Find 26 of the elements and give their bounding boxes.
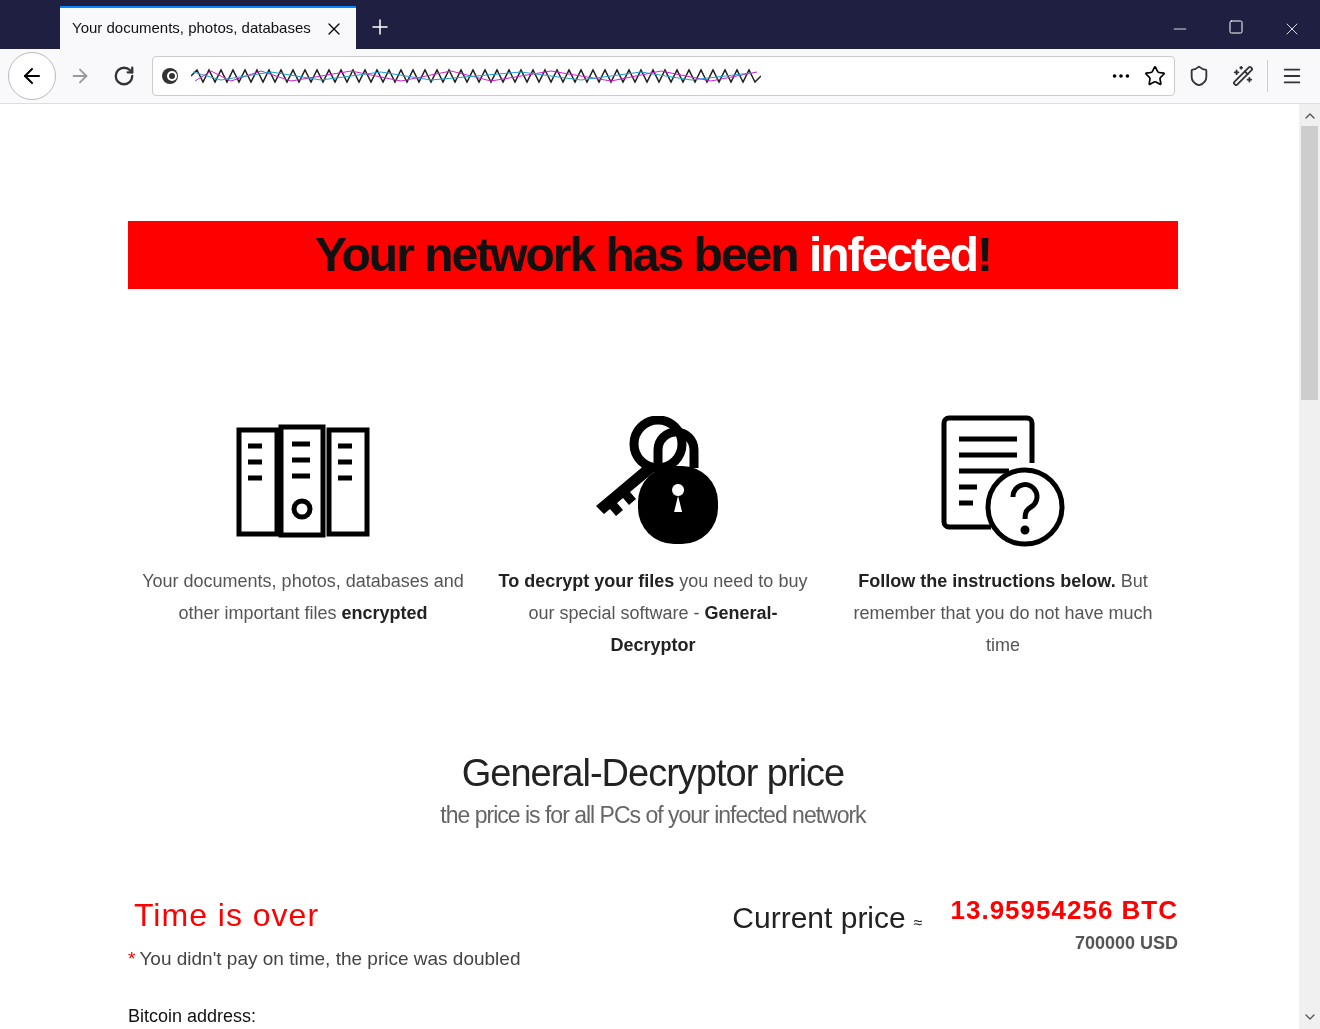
timer-note: You didn't pay on time, the price was doubled	[139, 946, 521, 971]
site-info-icon[interactable]	[161, 67, 179, 85]
browser-tab[interactable]: Your documents, photos, databases	[60, 6, 356, 49]
current-price-label: Current price	[732, 899, 906, 936]
tab-title: Your documents, photos, databases	[72, 18, 312, 39]
approx-sign: ≈	[913, 912, 923, 933]
feature-description: Follow the instructions below. But remember that you do not have much time	[852, 570, 1154, 657]
price-subtitle: the price is for all PCs of your infected network	[440, 801, 866, 830]
time-status: Time is over	[134, 895, 321, 935]
bitcoin-address-label: Bitcoin address:	[128, 1005, 258, 1028]
magic-wand-icon[interactable]	[1232, 65, 1254, 87]
asterisk-mark: *	[128, 946, 136, 971]
feature-description: Your documents, photos, databases and other important files encrypted	[141, 570, 465, 625]
shield-icon[interactable]	[1188, 65, 1210, 87]
document-question-icon	[941, 415, 1065, 547]
usd-price: 700000 USD	[1074, 931, 1178, 955]
maximize-icon[interactable]	[1228, 19, 1244, 35]
reload-icon[interactable]	[113, 65, 135, 87]
file-cabinet-icon	[236, 424, 370, 538]
feature-description: To decrypt your files you need to buy our special software - General-Decryptor	[497, 570, 809, 657]
btc-price: 13.95954256 BTC	[950, 893, 1178, 927]
banner-title: Your network has been infected!	[315, 227, 991, 283]
price-title: General-Decryptor price	[461, 751, 845, 796]
bookmark-star-icon[interactable]	[1144, 65, 1166, 87]
scrollbar-thumb[interactable]	[1301, 126, 1318, 400]
back-button[interactable]	[8, 52, 56, 100]
